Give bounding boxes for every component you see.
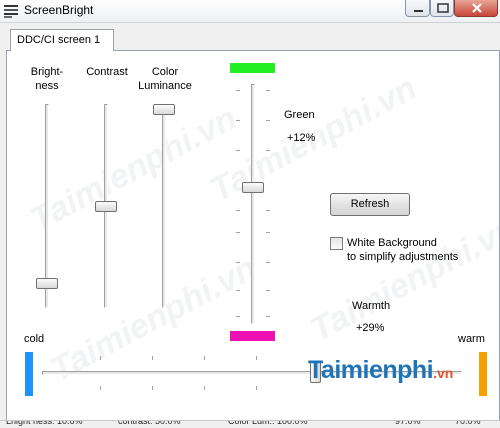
cold-color-bar [25,352,33,396]
contrast-label: Contrast [78,65,136,79]
slider-tick [266,90,270,91]
white-background-label-line2: to simplify adjustments [347,251,459,263]
contrast-slider-thumb[interactable] [95,200,117,212]
slider-tick [266,120,270,121]
white-background-checkbox[interactable] [330,237,343,250]
window-title: ScreenBright [24,3,94,17]
slider-tick [266,150,270,151]
green-value: +12% [287,132,316,144]
white-background-label[interactable]: White Background to simplify adjustments [347,236,458,264]
brightness-slider-thumb[interactable] [36,277,58,289]
green-warmth-slider-track[interactable] [251,84,255,324]
screen-bright-icon [4,4,18,18]
watermark-logo-text: Taimienphi [308,356,434,384]
close-icon [472,3,482,13]
close-button[interactable] [454,0,498,17]
brightness-label-line1: Bright- [30,66,64,78]
slider-tick [236,316,240,317]
color-luminance-slider-track[interactable] [162,104,166,308]
slider-tick [100,356,101,360]
refresh-button[interactable]: Refresh [330,193,410,216]
slider-tick [236,150,240,151]
cold-label: cold [24,333,45,345]
slider-tick [266,290,270,291]
slider-tick [236,90,240,91]
warmth-value: +29% [356,322,385,334]
maximize-icon [437,3,449,13]
watermark-logo-suffix: .vn [433,365,454,381]
slider-tick [256,386,257,390]
color-luminance-label-line2: Luminance [138,80,192,92]
slider-tick [236,232,240,233]
color-luminance-slider-thumb[interactable] [153,104,175,115]
slider-tick [236,210,240,211]
slider-tick [266,232,270,233]
color-luminance-label-line1: Color [151,66,179,78]
warm-color-bar [479,352,487,396]
slider-tick [236,120,240,121]
magenta-color-swatch [230,331,275,341]
watermark-logo: Taimienphi.vn [308,356,453,385]
title-bar[interactable]: ScreenBright [0,0,500,23]
slider-tick [152,386,153,390]
slider-tick [204,356,205,360]
slider-tick [152,356,153,360]
warmth-label: Warmth [352,300,391,312]
slider-tick [256,356,257,360]
brightness-label: Bright- ness [22,65,72,93]
slider-tick [266,210,270,211]
minimize-button[interactable] [405,0,430,17]
slider-tick [100,386,101,390]
slider-tick [236,290,240,291]
slider-tick [204,386,205,390]
white-background-label-line1: White Background [347,237,437,249]
slider-tick [266,316,270,317]
slider-tick [266,262,270,263]
green-warmth-slider-thumb[interactable] [242,182,264,193]
maximize-button[interactable] [430,0,454,17]
tab-ddc-screen-1[interactable]: DDC/CI screen 1 [10,29,114,51]
contrast-label-text: Contrast [86,66,128,78]
color-luminance-label: Color Luminance [132,65,198,93]
warm-label: warm [458,333,485,345]
brightness-label-line2: ness [35,80,59,92]
minimize-icon [414,10,423,12]
green-label: Green [284,109,315,121]
slider-tick [236,262,240,263]
green-color-swatch [230,63,275,73]
